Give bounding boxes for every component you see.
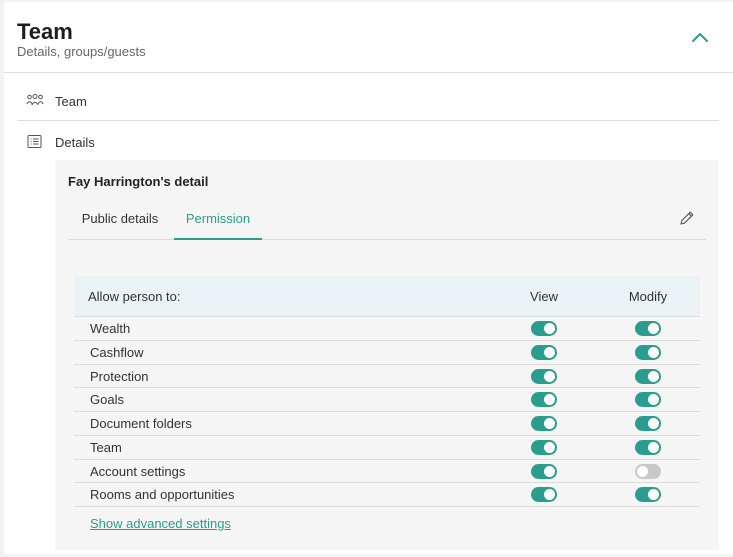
allow-label: Allow person to: xyxy=(88,289,181,304)
nav-item-details[interactable]: Details xyxy=(18,121,719,163)
permission-rows: Wealth Cashflow Protection Goals Document fo… xyxy=(74,317,700,507)
permission-row: Account settings xyxy=(74,460,700,484)
view-toggle[interactable] xyxy=(531,344,557,360)
toggle-knob xyxy=(544,394,555,406)
group-icon xyxy=(26,94,44,106)
detail-tabs: Public details Permission xyxy=(68,200,706,240)
detail-panel: Fay Harrington's detail Public details P… xyxy=(55,160,719,550)
nav-item-details-label: Details xyxy=(55,135,95,150)
toggle-knob xyxy=(648,370,659,382)
view-toggle[interactable] xyxy=(531,439,557,455)
toggle-knob xyxy=(544,418,555,429)
modify-toggle[interactable] xyxy=(635,487,661,503)
permission-row: Wealth xyxy=(74,317,700,341)
toggle-knob xyxy=(544,323,555,334)
permission-row: Document folders xyxy=(74,412,700,436)
modify-column-header: Modify xyxy=(628,289,668,304)
view-toggle[interactable] xyxy=(531,487,557,503)
toggle-knob xyxy=(648,441,659,453)
permission-label: Wealth xyxy=(90,321,131,336)
view-toggle[interactable] xyxy=(531,416,557,431)
toggle-knob xyxy=(648,418,659,429)
chevron-up-icon[interactable] xyxy=(688,26,712,50)
toggle-knob xyxy=(648,346,659,358)
toggle-knob xyxy=(648,323,659,334)
toggle-knob xyxy=(544,465,555,477)
permission-label: Protection xyxy=(90,368,149,384)
modify-toggle[interactable] xyxy=(635,321,661,336)
list-icon xyxy=(27,135,42,148)
permission-label: Rooms and opportunities xyxy=(90,487,235,503)
card-header[interactable]: Team Details, groups/guests xyxy=(4,2,733,73)
view-column-header: View xyxy=(530,289,558,304)
tab-permission[interactable]: Permission xyxy=(174,200,262,240)
modify-toggle[interactable] xyxy=(635,344,661,360)
toggle-knob xyxy=(544,489,555,501)
pencil-icon[interactable] xyxy=(678,209,696,227)
permission-label: Team xyxy=(90,439,122,455)
nav-item-team[interactable]: Team xyxy=(18,80,719,122)
permission-row: Team xyxy=(74,436,700,460)
detail-title: Fay Harrington's detail xyxy=(68,174,209,189)
team-card: Team Details, groups/guests Team Details xyxy=(4,2,733,554)
permission-row: Protection xyxy=(74,365,700,389)
toggle-knob xyxy=(637,465,648,477)
view-toggle[interactable] xyxy=(531,368,557,384)
modify-toggle[interactable] xyxy=(635,463,661,479)
toggle-knob xyxy=(544,441,555,453)
permission-label: Cashflow xyxy=(90,344,144,360)
toggle-knob xyxy=(648,489,659,501)
tab-public-details[interactable]: Public details xyxy=(68,200,172,240)
view-toggle[interactable] xyxy=(531,392,557,408)
toggle-knob xyxy=(544,346,555,358)
view-toggle[interactable] xyxy=(531,321,557,336)
toggle-knob xyxy=(544,370,555,382)
modify-toggle[interactable] xyxy=(635,439,661,455)
permission-label: Document folders xyxy=(90,416,192,431)
view-toggle[interactable] xyxy=(531,463,557,479)
nav-item-team-label: Team xyxy=(55,94,87,109)
page-title: Team xyxy=(17,19,73,44)
permission-row: Goals xyxy=(74,388,700,412)
toggle-knob xyxy=(648,394,659,406)
permission-row: Rooms and opportunities xyxy=(74,483,700,507)
permission-table-header: Allow person to: View Modify xyxy=(74,276,700,317)
permission-label: Goals xyxy=(90,392,124,408)
permission-table: Allow person to: View Modify Wealth Cashf… xyxy=(74,276,700,507)
permission-label: Account settings xyxy=(90,463,186,479)
modify-toggle[interactable] xyxy=(635,368,661,384)
modify-toggle[interactable] xyxy=(635,392,661,408)
modify-toggle[interactable] xyxy=(635,416,661,431)
permission-row: Cashflow xyxy=(74,341,700,365)
show-advanced-settings-link[interactable]: Show advanced settings xyxy=(90,516,231,531)
page-subtitle: Details, groups/guests xyxy=(17,44,146,59)
